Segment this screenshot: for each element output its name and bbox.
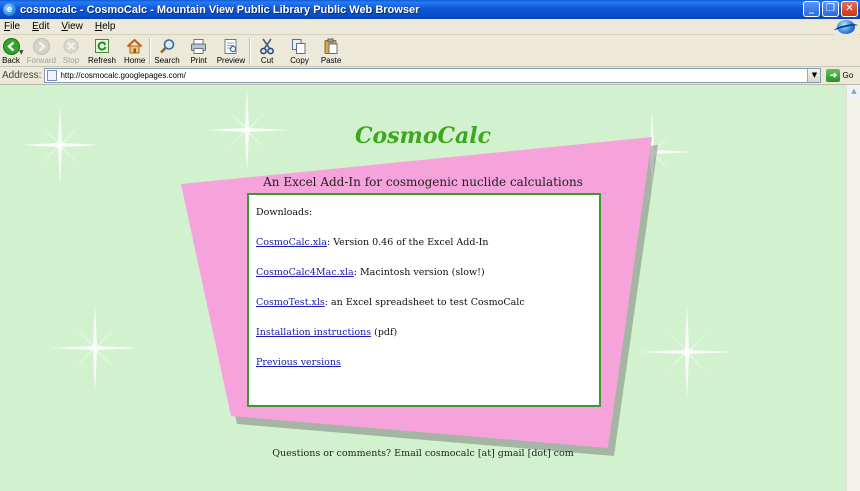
menu-bar: File Edit View Help <box>0 19 860 35</box>
download-item: CosmoCalc.xla: Version 0.46 of the Excel… <box>256 237 489 248</box>
stop-icon <box>62 37 80 55</box>
address-dropdown-arrow[interactable]: ▼ <box>807 69 821 82</box>
close-button[interactable]: ✕ <box>841 1 858 17</box>
go-button[interactable]: ➜ Go <box>826 69 853 82</box>
toolbar-separator <box>149 38 151 64</box>
go-label: Go <box>842 71 854 80</box>
download-item: Previous versions <box>256 357 599 368</box>
back-arrow-icon <box>2 37 20 55</box>
page-title: CosmoCalc <box>354 123 492 149</box>
menu-file[interactable]: File <box>4 21 20 32</box>
toolbar-separator <box>249 38 251 64</box>
forward-button[interactable]: Forward <box>27 35 56 65</box>
cosmotest-xls-link[interactable]: CosmoTest.xls <box>256 297 325 308</box>
globe-icon <box>837 20 855 34</box>
cut-button[interactable]: Cut <box>258 35 276 65</box>
address-url[interactable]: http://cosmocalc.googlepages.com/ <box>60 71 185 80</box>
toolbar: Back ▼ Forward Stop Refresh Home Search <box>0 35 860 67</box>
menu-help[interactable]: Help <box>95 21 116 32</box>
download-item: CosmoTest.xls: an Excel spreadsheet to t… <box>256 297 525 308</box>
vertical-scrollbar[interactable]: ▲ <box>846 85 860 491</box>
paste-icon <box>322 37 340 55</box>
forward-arrow-icon <box>32 37 50 55</box>
downloads-box: Downloads: CosmoCalc.xla: Version 0.46 o… <box>247 193 601 407</box>
previous-versions-link[interactable]: Previous versions <box>256 357 341 368</box>
scroll-up-arrow-icon[interactable]: ▲ <box>847 85 860 97</box>
home-icon <box>126 37 144 55</box>
cosmocalc-xla-link[interactable]: CosmoCalc.xla <box>256 237 327 248</box>
contact-footer: Questions or comments? Email cosmocalc [… <box>272 448 574 459</box>
search-button[interactable]: Search <box>154 35 180 65</box>
paste-button[interactable]: Paste <box>321 35 341 65</box>
browser-app-icon: e <box>3 3 16 16</box>
back-dropdown-arrow[interactable]: ▼ <box>19 49 24 56</box>
browser-throbber <box>834 19 858 35</box>
window-title-bar[interactable]: e cosmocalc - CosmoCalc - Mountain View … <box>0 0 860 19</box>
home-button[interactable]: Home <box>124 35 145 65</box>
refresh-button[interactable]: Refresh <box>88 35 116 65</box>
scissors-icon <box>258 37 276 55</box>
copy-button[interactable]: Copy <box>290 35 309 65</box>
page-viewport: CosmoCalc An Excel Add-In for cosmogenic… <box>0 85 846 491</box>
address-bar: Address: http://cosmocalc.googlepages.co… <box>0 67 860 85</box>
back-button[interactable]: Back <box>2 35 20 65</box>
window-title: cosmocalc - CosmoCalc - Mountain View Pu… <box>20 3 420 16</box>
search-icon <box>158 37 176 55</box>
print-button[interactable]: Print <box>190 35 208 65</box>
installation-instructions-link[interactable]: Installation instructions <box>256 327 371 338</box>
page-subtitle: An Excel Add-In for cosmogenic nuclide c… <box>263 175 583 189</box>
downloads-heading: Downloads: <box>256 207 313 218</box>
refresh-icon <box>93 37 111 55</box>
maximize-button[interactable]: ❐ <box>822 1 839 17</box>
page-icon <box>47 70 58 81</box>
download-item: Installation instructions (pdf) <box>256 327 398 338</box>
window-controls: _ ❐ ✕ <box>803 1 858 17</box>
preview-button[interactable]: Preview <box>217 35 245 65</box>
download-item: CosmoCalc4Mac.xla: Macintosh version (sl… <box>256 267 485 278</box>
minimize-button[interactable]: _ <box>803 1 820 17</box>
address-label: Address: <box>2 70 42 81</box>
copy-icon <box>290 37 308 55</box>
menu-view[interactable]: View <box>61 21 83 32</box>
menu-edit[interactable]: Edit <box>32 21 49 32</box>
cosmocalc4mac-xla-link[interactable]: CosmoCalc4Mac.xla <box>256 267 354 278</box>
printer-icon <box>190 37 208 55</box>
print-preview-icon <box>222 37 240 55</box>
address-input[interactable]: http://cosmocalc.googlepages.com/ ▼ <box>44 68 822 83</box>
go-arrow-icon: ➜ <box>826 69 841 82</box>
stop-button[interactable]: Stop <box>62 35 80 65</box>
